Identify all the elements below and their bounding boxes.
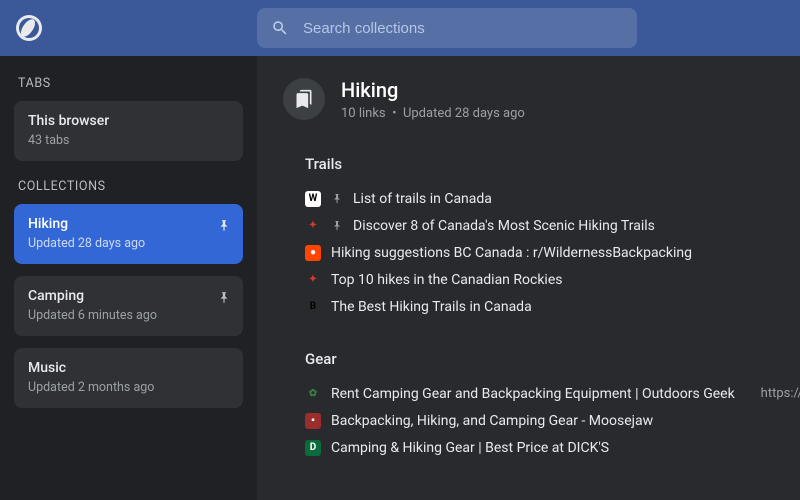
link-title: Discover 8 of Canada's Most Scenic Hikin… xyxy=(353,218,655,234)
top-bar xyxy=(0,0,800,56)
collection-header: Hiking 10 links • Updated 28 days ago xyxy=(283,78,800,121)
link-row[interactable]: ● Hiking suggestions BC Canada : r/Wilder… xyxy=(283,239,800,266)
collection-title: Hiking xyxy=(341,78,525,102)
pin-icon xyxy=(217,290,231,304)
sidebar: TABS This browser 43 tabs COLLECTIONS Hi… xyxy=(0,56,257,500)
collection-icon xyxy=(283,78,325,120)
pin-icon xyxy=(217,218,231,232)
link-row[interactable]: D Camping & Hiking Gear | Best Price at D… xyxy=(283,434,800,461)
favicon: ✦ xyxy=(305,272,321,288)
collection-meta: 10 links • Updated 28 days ago xyxy=(341,106,525,121)
section-heading: Gear xyxy=(305,350,800,368)
link-title: Backpacking, Hiking, and Camping Gear - … xyxy=(331,413,653,429)
collection-card-title: Hiking xyxy=(28,216,229,232)
bookmarks-icon xyxy=(294,89,314,109)
link-title: Hiking suggestions BC Canada : r/Wildern… xyxy=(331,245,692,261)
favicon: B xyxy=(305,299,321,315)
favicon: ✿ xyxy=(305,386,321,402)
collection-card-sub: Updated 28 days ago xyxy=(28,236,229,251)
sidebar-collection-camping[interactable]: Camping Updated 6 minutes ago xyxy=(14,276,243,336)
favicon: ▪ xyxy=(305,413,321,429)
sidebar-collection-hiking[interactable]: Hiking Updated 28 days ago xyxy=(14,204,243,264)
pin-icon xyxy=(331,193,343,205)
link-url: https://www xyxy=(761,386,800,401)
collection-card-sub: Updated 6 minutes ago xyxy=(28,308,229,323)
link-row[interactable]: ✿ Rent Camping Gear and Backpacking Equip… xyxy=(283,380,800,407)
sidebar-collections-heading: COLLECTIONS xyxy=(18,179,239,194)
sidebar-tabs-heading: TABS xyxy=(18,76,239,91)
link-row[interactable]: ▪ Backpacking, Hiking, and Camping Gear -… xyxy=(283,407,800,434)
link-row[interactable]: ✦ Discover 8 of Canada's Most Scenic Hiki… xyxy=(283,212,800,239)
tabs-card-title: This browser xyxy=(28,113,229,129)
favicon: ● xyxy=(305,245,321,261)
pin-icon xyxy=(331,220,343,232)
collection-card-title: Camping xyxy=(28,288,229,304)
favicon: D xyxy=(305,440,321,456)
search-box[interactable] xyxy=(257,8,637,48)
search-input[interactable] xyxy=(303,20,623,37)
link-row[interactable]: W List of trails in Canada xyxy=(283,185,800,212)
link-title: Rent Camping Gear and Backpacking Equipm… xyxy=(331,386,735,402)
app-logo-icon xyxy=(16,15,42,41)
search-icon xyxy=(271,19,289,37)
tabs-card-sub: 43 tabs xyxy=(28,133,229,148)
link-row[interactable]: ✦ Top 10 hikes in the Canadian Rockies xyxy=(283,266,800,293)
collection-card-title: Music xyxy=(28,360,229,376)
link-title: The Best Hiking Trails in Canada xyxy=(331,299,532,315)
link-title: Camping & Hiking Gear | Best Price at DI… xyxy=(331,440,609,456)
link-row[interactable]: B The Best Hiking Trails in Canada xyxy=(283,293,800,320)
link-title: Top 10 hikes in the Canadian Rockies xyxy=(331,272,562,288)
link-title: List of trails in Canada xyxy=(353,191,492,207)
favicon: ✦ xyxy=(305,218,321,234)
sidebar-collection-music[interactable]: Music Updated 2 months ago xyxy=(14,348,243,408)
collection-card-sub: Updated 2 months ago xyxy=(28,380,229,395)
sidebar-tabs-card[interactable]: This browser 43 tabs xyxy=(14,101,243,161)
section-heading: Trails xyxy=(305,155,800,173)
main-pane: Hiking 10 links • Updated 28 days ago Tr… xyxy=(257,56,800,500)
favicon: W xyxy=(305,191,321,207)
